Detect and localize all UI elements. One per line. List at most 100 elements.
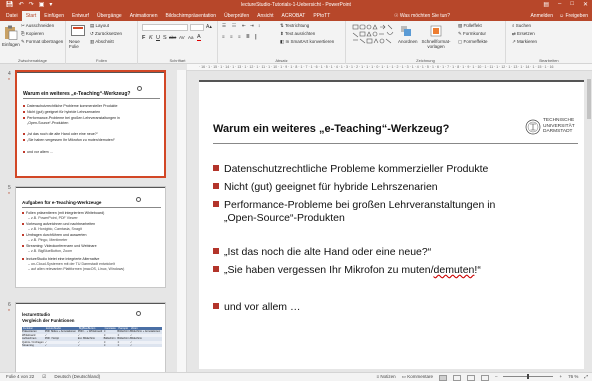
reset-button[interactable]: ↺ Zurücksetzen	[90, 31, 122, 37]
tab-bildschirmpraesentation[interactable]: Bildschirmpräsentation	[162, 11, 221, 21]
shapes-gallery[interactable]	[352, 24, 394, 46]
align-left-button[interactable]: ≡	[222, 34, 225, 40]
bullet-item[interactable]: „Ist das noch die alte Hand oder eine ne…	[213, 246, 431, 259]
thumbnail-slide-5[interactable]: Aufgaben für e-Teaching-Werkzeuge Folien…	[15, 186, 166, 288]
underline-button[interactable]: U	[156, 35, 160, 41]
pen-outline-icon: ✎	[458, 31, 462, 36]
fit-to-window-icon[interactable]: ⤢	[584, 373, 588, 381]
scissors-icon: ✂	[21, 23, 25, 28]
align-center-button[interactable]: ≡	[230, 34, 233, 40]
grow-font-icon[interactable]: A▴	[206, 24, 212, 30]
thumbnail-slide-4[interactable]: Warum ein weiteres „e-Teaching“-Werkzeug…	[15, 70, 166, 178]
layout-button[interactable]: ▤ Layout	[90, 23, 109, 29]
tab-start[interactable]: Start	[21, 11, 41, 21]
slide-counter[interactable]: Folie 4 von 22	[6, 373, 34, 381]
minimize-icon[interactable]: –	[558, 1, 561, 8]
language-indicator[interactable]: Deutsch (Deutschland)	[54, 373, 100, 381]
find-label: Suchen	[515, 23, 532, 28]
align-text-button[interactable]: ⬍ Text ausrichten	[280, 31, 315, 37]
font-size-box[interactable]	[190, 24, 204, 31]
tab-einfuegen[interactable]: Einfügen	[40, 11, 68, 21]
slide-canvas[interactable]: TECHNISCHE UNIVERSITÄT DARMSTADT Warum e…	[199, 80, 584, 369]
arrange-button[interactable]: Anordnen	[398, 39, 418, 45]
restore-icon[interactable]: □	[570, 1, 574, 8]
section-label: Abschnitt	[95, 39, 114, 44]
align-right-button[interactable]: ≡	[238, 34, 241, 40]
tab-uebergaenge[interactable]: Übergänge	[93, 11, 126, 21]
font-color-button[interactable]: A	[197, 34, 201, 41]
window-controls: ▤ – □ ✕	[543, 1, 588, 8]
bullet-item[interactable]: „Sie haben vergessen Ihr Mikrofon zu mut…	[213, 264, 481, 277]
zoom-level[interactable]: 76 %	[568, 373, 578, 381]
horizontal-ruler[interactable]: · 16 · 1 · 15 · 1 · 14 · 1 · 13 · 1 · 12…	[187, 64, 592, 71]
shadow-button[interactable]: S	[163, 35, 167, 41]
tab-ansicht[interactable]: Ansicht	[253, 11, 277, 21]
find-button[interactable]: ⌕ Suchen	[512, 23, 531, 29]
tab-ueberpruefen[interactable]: Überprüfen	[220, 11, 253, 21]
copy-button[interactable]: ⎘ Kopieren	[21, 31, 44, 37]
italic-button[interactable]: K	[149, 35, 153, 41]
reading-view-icon[interactable]	[466, 374, 475, 381]
slide-title[interactable]: Warum ein weiteres „e-Teaching“-Werkzeug…	[213, 123, 449, 135]
line-spacing-button[interactable]: ↕	[258, 23, 260, 29]
tab-animationen[interactable]: Animationen	[126, 11, 162, 21]
bullet-item[interactable]: und vor allem …	[213, 301, 300, 314]
change-case-button[interactable]: Aa	[188, 35, 194, 40]
bullet-item[interactable]: Performance-Probleme bei großen Lehrvera…	[213, 199, 495, 212]
bullets-button[interactable]: ☰	[222, 23, 226, 29]
arrange-icon[interactable]	[400, 25, 412, 37]
vertical-ruler[interactable]	[177, 70, 187, 372]
text-direction-button[interactable]: ⇅ Textrichtung	[280, 23, 309, 29]
char-spacing-button[interactable]: AV	[179, 35, 185, 40]
tab-pptott[interactable]: PPtoTT	[309, 11, 334, 21]
bold-button[interactable]: F	[142, 35, 145, 41]
font-name-box[interactable]	[142, 24, 188, 31]
numbering-button[interactable]: ☷	[232, 23, 236, 29]
close-icon[interactable]: ✕	[583, 1, 588, 8]
section-button[interactable]: ▥ Abschnitt	[90, 39, 114, 45]
thumb-line: und vor allem …	[23, 150, 53, 155]
shape-outline-button[interactable]: ✎ Formkontur	[458, 31, 486, 37]
columns-button[interactable]: ║	[254, 34, 257, 40]
quick-styles-icon[interactable]	[430, 25, 442, 37]
vertical-scrollbar[interactable]	[586, 71, 592, 372]
zoom-slider-knob[interactable]	[527, 373, 530, 379]
paste-icon[interactable]	[4, 25, 18, 40]
tab-entwurf[interactable]: Entwurf	[68, 11, 93, 21]
new-slide-icon[interactable]	[71, 25, 85, 37]
slideshow-icon[interactable]	[480, 374, 489, 381]
normal-view-icon[interactable]	[438, 374, 447, 381]
bullet-item[interactable]: Datenschutzrechtliche Probleme kommerzie…	[213, 163, 488, 176]
shape-effects-button[interactable]: ▢ Formeffekte	[458, 39, 487, 45]
tell-me-box[interactable]: ☉ Was möchten Sie tun?	[394, 11, 450, 21]
bullet-continuation[interactable]: „Open-Source“-Produkten	[213, 212, 345, 225]
share-button[interactable]: ☺ Freigeben	[559, 11, 588, 21]
comments-button[interactable]: ▭ Kommentare	[402, 373, 433, 381]
zoom-in-icon[interactable]: +	[559, 373, 562, 381]
tab-acrobat[interactable]: ACROBAT	[278, 11, 310, 21]
ribbon-display-icon[interactable]: ▤	[543, 1, 549, 8]
thumbnail-slide-6[interactable]: lectureStudio Vergleich der Funktionen F…	[15, 302, 166, 372]
smartart-button[interactable]: ◧ In SmartArt konvertieren	[280, 39, 334, 45]
replace-button[interactable]: ⇄ Ersetzen	[512, 31, 535, 37]
cut-button[interactable]: ✂ Ausschneiden	[21, 23, 54, 29]
select-button[interactable]: ↗ Markieren	[512, 39, 537, 45]
zoom-slider[interactable]	[503, 373, 554, 379]
shape-fill-button[interactable]: ▧ Fülleffekt	[458, 23, 482, 29]
bullet-item[interactable]: Nicht (gut) geeignet für hybride Lehrsze…	[213, 181, 438, 194]
tab-datei[interactable]: Datei	[2, 11, 22, 21]
justify-button[interactable]: ≣	[246, 34, 250, 40]
slide-sorter-icon[interactable]	[452, 374, 461, 381]
format-painter-button[interactable]: ✎ Format übertragen	[21, 39, 63, 45]
decrease-indent-button[interactable]: ⇤	[242, 23, 246, 29]
quick-styles-button[interactable]: Schnellformat-vorlagen	[418, 39, 454, 49]
scrollbar-thumb[interactable]	[587, 79, 591, 119]
increase-indent-button[interactable]: ⇥	[250, 23, 254, 29]
spellcheck-icon[interactable]: ☑	[42, 373, 46, 381]
paste-button[interactable]: Einfügen	[2, 42, 20, 48]
zoom-out-icon[interactable]: –	[495, 373, 498, 381]
notes-button[interactable]: ≡ Notizen	[377, 373, 396, 381]
strikethrough-button[interactable]: abc	[169, 35, 176, 40]
signin-link[interactable]: Anmelden	[530, 11, 553, 21]
new-slide-button[interactable]: Neue Folie	[69, 39, 87, 49]
